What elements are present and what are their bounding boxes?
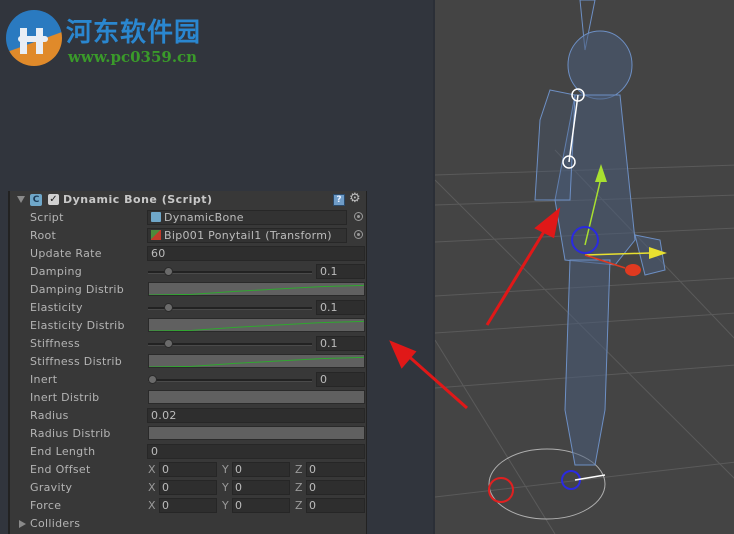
object-picker-icon[interactable] bbox=[354, 212, 363, 221]
x-label: X bbox=[148, 481, 156, 494]
field-label: Damping bbox=[30, 265, 83, 278]
radius-input[interactable]: 0.02 bbox=[147, 408, 365, 423]
end-offset-y-input[interactable]: 0 bbox=[232, 462, 290, 477]
component-title: Dynamic Bone (Script) bbox=[63, 193, 213, 206]
row-elasticity-distrib: Elasticity Distrib bbox=[10, 317, 366, 335]
inert-slider-track[interactable] bbox=[148, 379, 312, 382]
inert-distrib-curve[interactable] bbox=[148, 390, 365, 404]
watermark-logo: 河东软件园 www.pc0359.cn bbox=[6, 10, 216, 70]
foldout-arrow-icon[interactable] bbox=[19, 520, 26, 528]
watermark-title: 河东软件园 bbox=[66, 18, 202, 48]
force-y-input[interactable]: 0 bbox=[232, 498, 290, 513]
field-label: Damping Distrib bbox=[30, 283, 125, 296]
row-script: Script DynamicBone bbox=[10, 209, 366, 227]
field-label: Elasticity bbox=[30, 301, 83, 314]
x-label: X bbox=[148, 463, 156, 476]
row-update-rate: Update Rate 60 bbox=[10, 245, 366, 263]
radius-distrib-curve[interactable] bbox=[148, 426, 365, 440]
field-label: End Offset bbox=[30, 463, 91, 476]
elasticity-distrib-curve[interactable] bbox=[148, 318, 365, 332]
row-root: Root Bip001 Ponytail1 (Transform) bbox=[10, 227, 366, 245]
field-label: Script bbox=[30, 211, 64, 224]
help-icon[interactable]: ? bbox=[333, 194, 345, 206]
transform-icon bbox=[151, 230, 161, 240]
end-offset-x-input[interactable]: 0 bbox=[159, 462, 217, 477]
root-field[interactable]: Bip001 Ponytail1 (Transform) bbox=[147, 228, 347, 243]
field-label: Update Rate bbox=[30, 247, 102, 260]
colliders-foldout-label[interactable]: Colliders bbox=[30, 517, 80, 530]
field-label: Gravity bbox=[30, 481, 73, 494]
row-gravity: Gravity X 0 Y 0 Z 0 bbox=[10, 479, 366, 497]
force-x-input[interactable]: 0 bbox=[159, 498, 217, 513]
distribution-curve-line bbox=[149, 321, 364, 331]
component-enabled-checkbox[interactable]: ✓ bbox=[48, 194, 59, 205]
z-label: Z bbox=[295, 481, 303, 494]
row-colliders[interactable]: Colliders bbox=[10, 515, 366, 533]
row-radius-distrib: Radius Distrib bbox=[10, 425, 366, 443]
distribution-curve-line bbox=[149, 357, 364, 367]
watermark-url: www.pc0359.cn bbox=[68, 48, 198, 66]
field-label: Inert bbox=[30, 373, 58, 386]
gear-icon[interactable]: ⚙ bbox=[349, 192, 361, 206]
row-inert-distrib: Inert Distrib bbox=[10, 389, 366, 407]
field-label: Root bbox=[30, 229, 57, 242]
field-label: End Length bbox=[30, 445, 96, 458]
gravity-y-input[interactable]: 0 bbox=[232, 480, 290, 495]
field-label: Inert Distrib bbox=[30, 391, 100, 404]
gravity-z-input[interactable]: 0 bbox=[306, 480, 365, 495]
row-stiffness-distrib: Stiffness Distrib bbox=[10, 353, 366, 371]
scene-canvas bbox=[435, 0, 734, 534]
row-damping-distrib: Damping Distrib bbox=[10, 281, 366, 299]
damping-distrib-curve[interactable] bbox=[148, 282, 365, 296]
component-header[interactable]: C ✓ Dynamic Bone (Script) ? ⚙ bbox=[10, 191, 366, 209]
y-label: Y bbox=[222, 499, 229, 512]
damping-input[interactable]: 0.1 bbox=[316, 264, 365, 279]
field-label: Stiffness Distrib bbox=[30, 355, 123, 368]
row-stiffness: Stiffness 0.1 bbox=[10, 335, 366, 353]
end-offset-z-input[interactable]: 0 bbox=[306, 462, 365, 477]
fold-triangle-icon[interactable] bbox=[17, 196, 25, 203]
row-force: Force X 0 Y 0 Z 0 bbox=[10, 497, 366, 515]
end-length-input[interactable]: 0 bbox=[147, 444, 365, 459]
update-rate-input[interactable]: 60 bbox=[147, 246, 365, 261]
z-label: Z bbox=[295, 499, 303, 512]
row-end-offset: End Offset X 0 Y 0 Z 0 bbox=[10, 461, 366, 479]
damping-slider-thumb[interactable] bbox=[164, 267, 173, 276]
row-damping: Damping 0.1 bbox=[10, 263, 366, 281]
stiffness-distrib-curve[interactable] bbox=[148, 354, 365, 368]
z-axis-arrow bbox=[625, 264, 641, 276]
csharp-script-icon: C bbox=[30, 194, 42, 206]
row-inert: Inert 0 bbox=[10, 371, 366, 389]
field-label: Stiffness bbox=[30, 337, 80, 350]
script-field[interactable]: DynamicBone bbox=[147, 210, 347, 225]
inspector-panel: C ✓ Dynamic Bone (Script) ? ⚙ Script Dyn… bbox=[8, 191, 367, 534]
field-label: Elasticity Distrib bbox=[30, 319, 125, 332]
z-label: Z bbox=[295, 463, 303, 476]
elasticity-input[interactable]: 0.1 bbox=[316, 300, 365, 315]
force-z-input[interactable]: 0 bbox=[306, 498, 365, 513]
gravity-x-input[interactable]: 0 bbox=[159, 480, 217, 495]
y-label: Y bbox=[222, 481, 229, 494]
elasticity-slider-thumb[interactable] bbox=[164, 303, 173, 312]
stiffness-slider-thumb[interactable] bbox=[164, 339, 173, 348]
row-elasticity: Elasticity 0.1 bbox=[10, 299, 366, 317]
row-end-length: End Length 0 bbox=[10, 443, 366, 461]
inert-input[interactable]: 0 bbox=[316, 372, 365, 387]
scene-view[interactable] bbox=[433, 0, 734, 534]
field-label: Radius bbox=[30, 409, 69, 422]
y-label: Y bbox=[222, 463, 229, 476]
stiffness-input[interactable]: 0.1 bbox=[316, 336, 365, 351]
field-label: Radius Distrib bbox=[30, 427, 111, 440]
object-picker-icon[interactable] bbox=[354, 230, 363, 239]
script-icon bbox=[151, 212, 161, 222]
field-label: Force bbox=[30, 499, 62, 512]
distribution-curve-line bbox=[149, 285, 364, 295]
x-label: X bbox=[148, 499, 156, 512]
inert-slider-thumb[interactable] bbox=[148, 375, 157, 384]
row-radius: Radius 0.02 bbox=[10, 407, 366, 425]
logo-icon bbox=[6, 10, 62, 66]
